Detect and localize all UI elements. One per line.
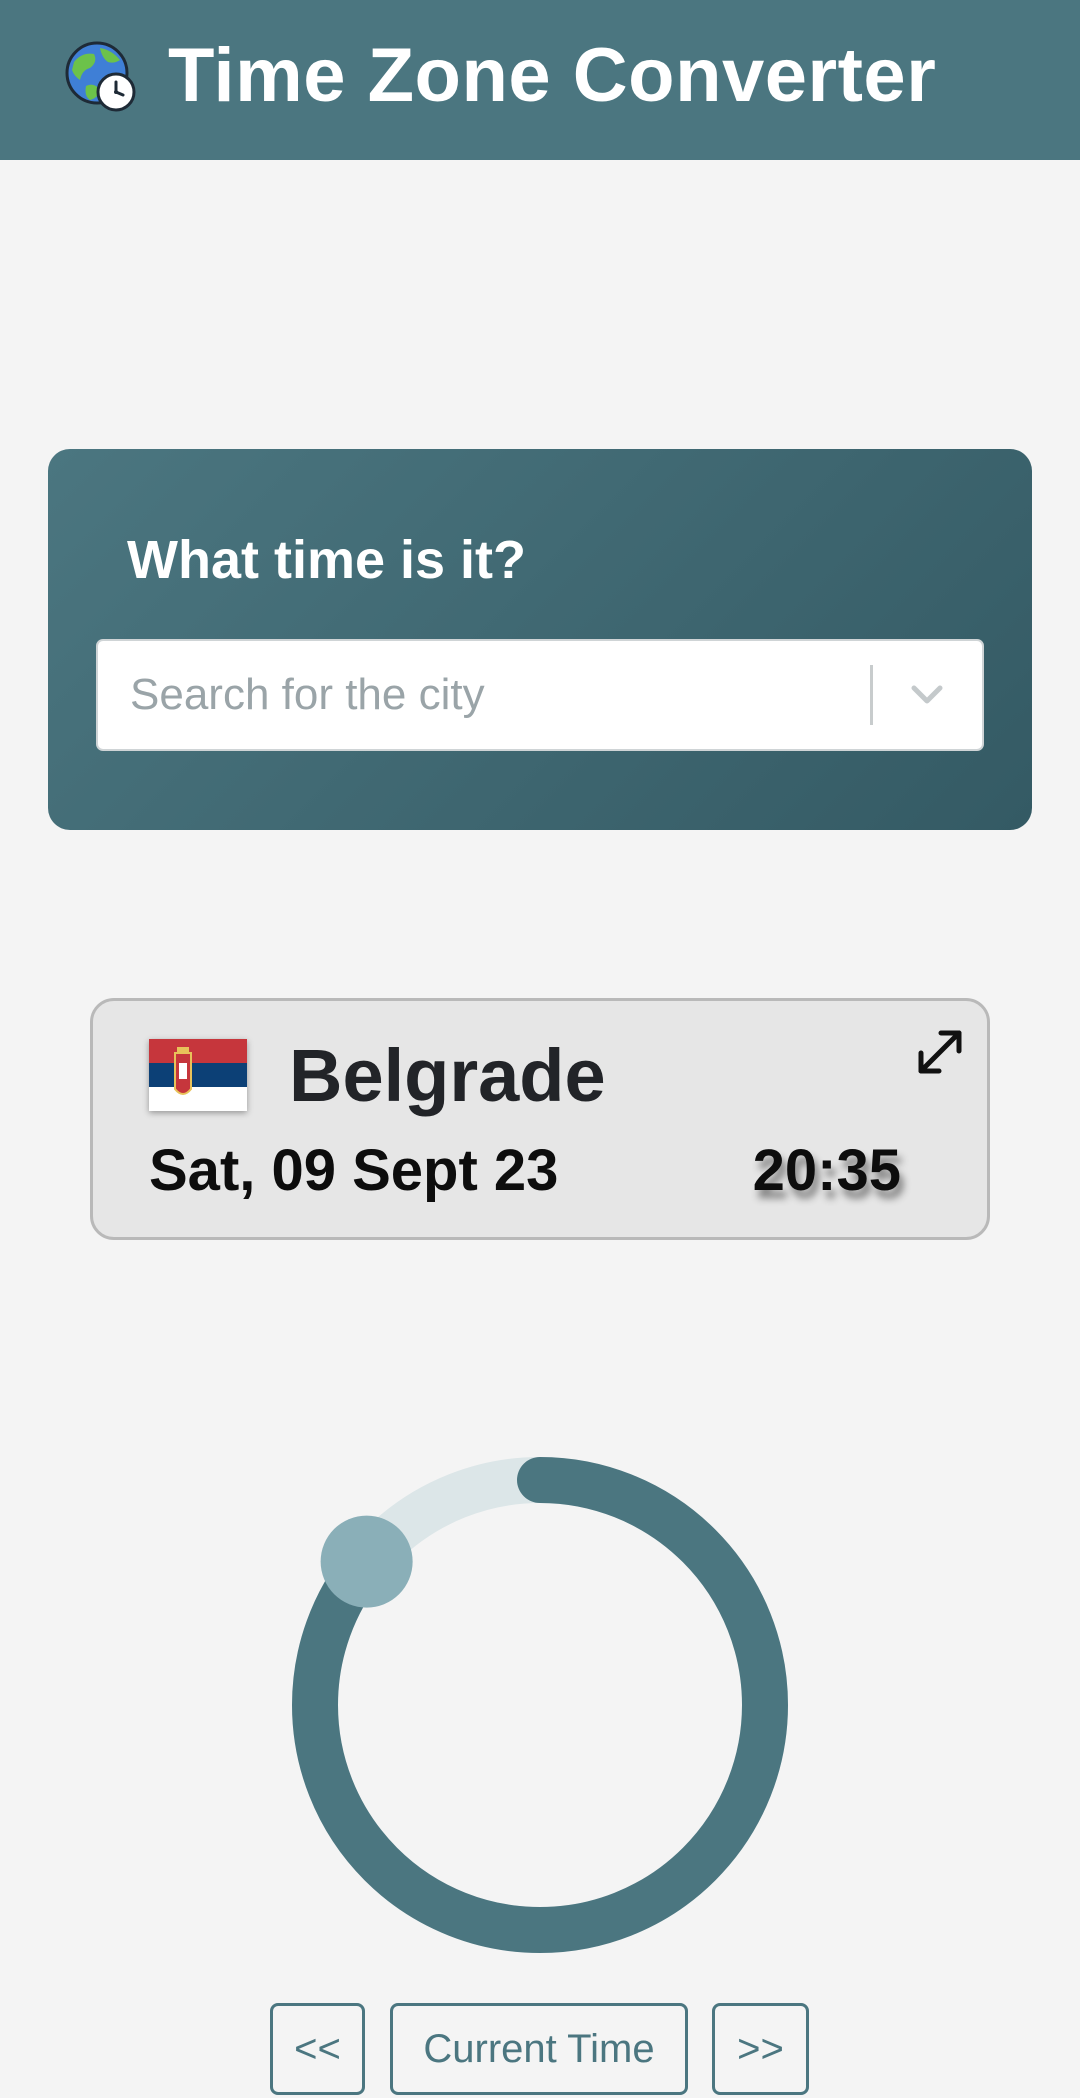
current-time-button[interactable]: Current Time [390, 2003, 688, 2095]
city-name: Belgrade [289, 1034, 606, 1117]
serbia-flag-icon [149, 1039, 247, 1111]
select-divider [870, 665, 873, 725]
city-search-select[interactable] [96, 639, 984, 751]
time-dial[interactable] [290, 1455, 790, 1955]
city-time-card: Belgrade Sat, 09 Sept 23 20:35 [90, 998, 990, 1240]
city-search-input[interactable] [98, 641, 868, 749]
city-date: Sat, 09 Sept 23 [149, 1138, 559, 1203]
previous-button[interactable]: << [270, 2003, 365, 2095]
dial-handle[interactable] [320, 1515, 413, 1608]
next-button[interactable]: >> [712, 2003, 809, 2095]
app-header: Time Zone Converter [0, 0, 1080, 160]
search-question: What time is it? [127, 530, 527, 590]
city-time: 20:35 [752, 1138, 901, 1203]
expand-icon[interactable] [911, 1023, 969, 1081]
search-panel: What time is it? [48, 449, 1032, 830]
app-title: Time Zone Converter [168, 33, 937, 118]
globe-clock-icon [65, 41, 136, 112]
chevron-down-icon[interactable] [904, 671, 950, 717]
